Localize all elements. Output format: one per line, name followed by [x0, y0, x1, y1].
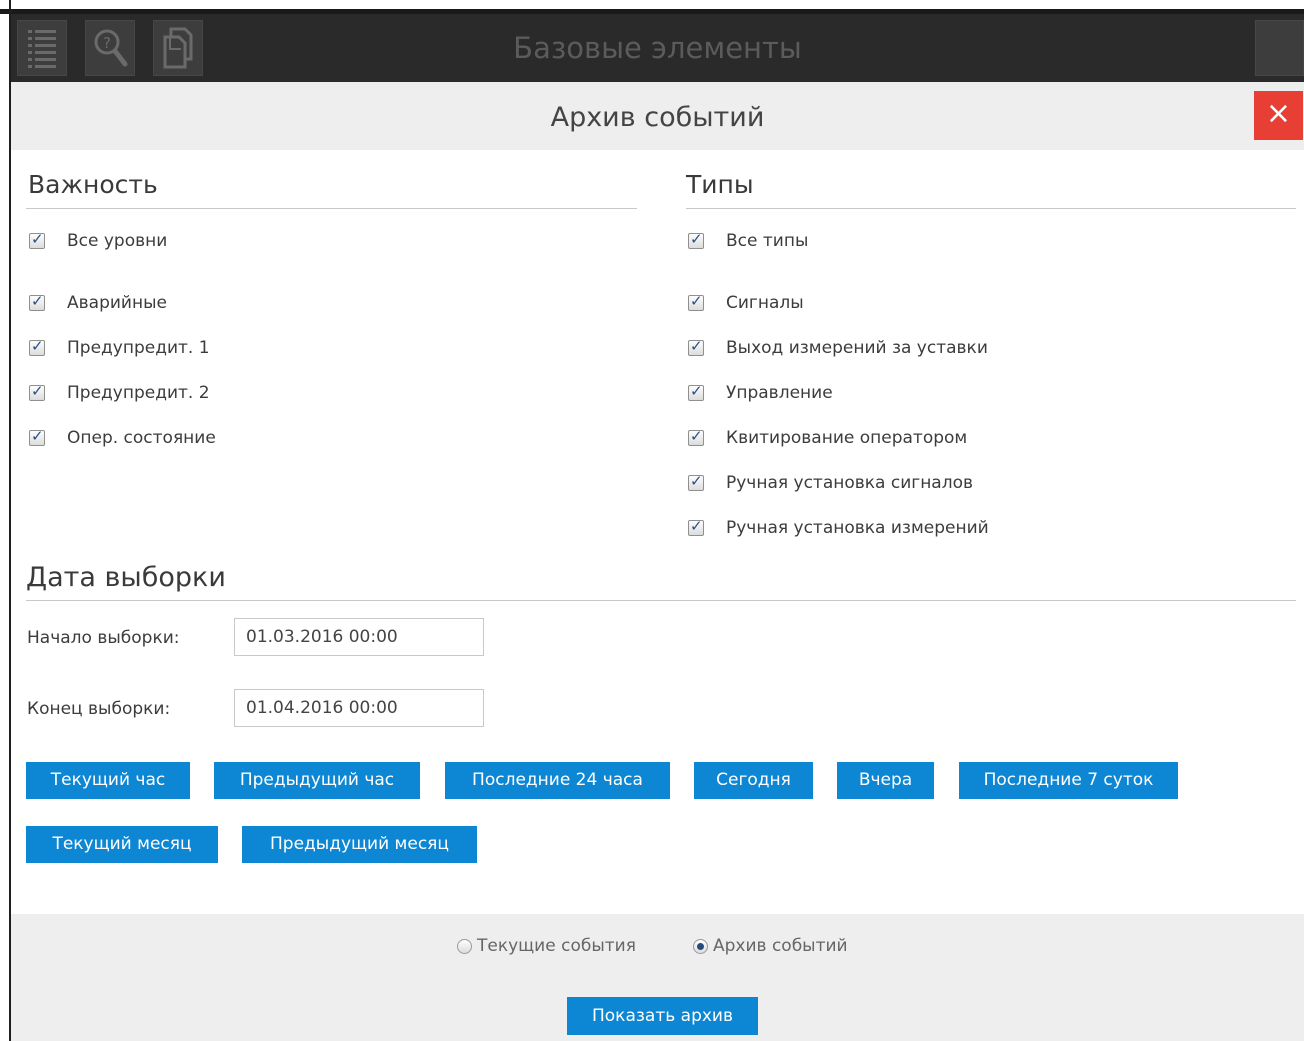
dialog-title: Архив событий	[550, 102, 765, 133]
svg-text:?: ?	[103, 34, 111, 52]
checkbox-label: Управление	[726, 383, 833, 403]
date-heading: Дата выборки	[26, 562, 226, 593]
checkbox-icon[interactable]	[29, 292, 45, 311]
page: Базовые элементы ? Архив событий × Важно…	[0, 0, 1304, 1041]
yesterday-button[interactable]: Вчера	[837, 762, 934, 799]
close-button[interactable]: ×	[1254, 91, 1303, 140]
radio-icon[interactable]	[693, 938, 708, 954]
last-7-days-button[interactable]: Последние 7 суток	[959, 762, 1178, 799]
checkbox-label: Ручная установка измерений	[726, 518, 989, 538]
radio-label: Архив событий	[713, 936, 848, 956]
checkbox-signals[interactable]: Сигналы	[688, 291, 804, 315]
checkbox-warning-1[interactable]: Предупредит. 1	[29, 336, 210, 360]
left-border	[9, 0, 11, 1041]
types-divider	[686, 208, 1296, 209]
documents-button[interactable]	[153, 20, 203, 76]
radio-current-events[interactable]: Текущие события	[457, 934, 636, 958]
checkbox-icon[interactable]	[29, 382, 45, 401]
checkbox-label: Все уровни	[67, 231, 168, 251]
checkbox-manual-signals[interactable]: Ручная установка сигналов	[688, 471, 973, 495]
checkbox-warning-2[interactable]: Предупредит. 2	[29, 381, 210, 405]
appbar-right-button[interactable]	[1255, 20, 1304, 76]
checkbox-icon[interactable]	[688, 337, 704, 356]
current-hour-button[interactable]: Текущий час	[26, 762, 190, 799]
start-label: Начало выборки:	[27, 628, 180, 648]
current-month-button[interactable]: Текущий месяц	[26, 826, 218, 863]
previous-month-button[interactable]: Предыдущий месяц	[242, 826, 477, 863]
checkbox-acknowledge[interactable]: Квитирование оператором	[688, 426, 967, 450]
checkbox-oper-state[interactable]: Опер. состояние	[29, 426, 216, 450]
checkbox-manual-measurements[interactable]: Ручная установка измерений	[688, 516, 989, 540]
checkbox-icon[interactable]	[688, 427, 704, 446]
search-icon: ?	[94, 29, 128, 67]
checkbox-label: Выход измерений за уставки	[726, 338, 988, 358]
checkbox-icon[interactable]	[688, 472, 704, 491]
checkbox-alarm[interactable]: Аварийные	[29, 291, 167, 315]
checkbox-all-types[interactable]: Все типы	[688, 229, 808, 253]
radio-label: Текущие события	[477, 936, 636, 956]
checkbox-all-levels[interactable]: Все уровни	[29, 229, 167, 253]
checkbox-label: Опер. состояние	[67, 428, 216, 448]
checkbox-label: Предупредит. 2	[67, 383, 210, 403]
app-title: Базовые элементы	[513, 31, 802, 65]
documents-icon	[163, 27, 193, 69]
previous-hour-button[interactable]: Предыдущий час	[214, 762, 420, 799]
checkbox-control[interactable]: Управление	[688, 381, 833, 405]
types-heading: Типы	[686, 170, 754, 199]
checkbox-icon[interactable]	[29, 337, 45, 356]
checkbox-icon[interactable]	[688, 517, 704, 536]
date-divider	[26, 600, 1296, 601]
checkbox-label: Сигналы	[726, 293, 804, 313]
dialog-header: Архив событий ×	[11, 82, 1304, 150]
checkbox-limits[interactable]: Выход измерений за уставки	[688, 336, 988, 360]
end-date-input[interactable]	[234, 689, 484, 727]
importance-heading: Важность	[28, 170, 158, 199]
checkbox-icon[interactable]	[688, 230, 704, 249]
checkbox-label: Квитирование оператором	[726, 428, 968, 448]
checkbox-label: Предупредит. 1	[67, 338, 210, 358]
importance-divider	[26, 208, 637, 209]
show-archive-button[interactable]: Показать архив	[567, 997, 758, 1035]
menu-button[interactable]	[17, 20, 67, 76]
checkbox-icon[interactable]	[688, 382, 704, 401]
radio-icon[interactable]	[457, 938, 472, 954]
start-date-input[interactable]	[234, 618, 484, 656]
list-menu-icon	[28, 30, 56, 68]
search-button[interactable]: ?	[85, 20, 135, 76]
checkbox-icon[interactable]	[688, 292, 704, 311]
checkbox-label: Все типы	[726, 231, 809, 251]
checkbox-icon[interactable]	[29, 230, 45, 249]
checkbox-label: Ручная установка сигналов	[726, 473, 974, 493]
close-icon: ×	[1265, 96, 1292, 131]
checkbox-icon[interactable]	[29, 427, 45, 446]
app-bar: Базовые элементы ?	[11, 14, 1304, 82]
checkbox-label: Аварийные	[67, 293, 167, 313]
last-24-hours-button[interactable]: Последние 24 часа	[445, 762, 670, 799]
end-label: Конец выборки:	[27, 699, 171, 719]
today-button[interactable]: Сегодня	[694, 762, 813, 799]
radio-archive-events[interactable]: Архив событий	[693, 934, 848, 958]
